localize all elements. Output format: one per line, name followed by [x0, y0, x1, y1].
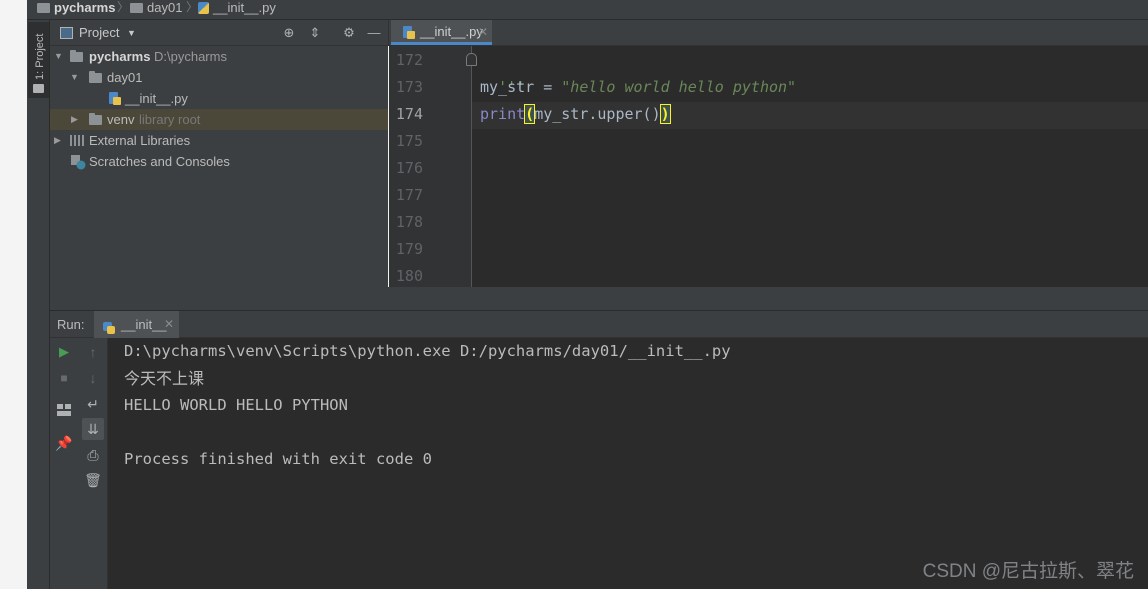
scratches-icon [70, 154, 86, 170]
scroll-to-end-icon[interactable]: ⇊ [82, 418, 104, 440]
console-line: Process finished with exit code 0 [124, 450, 432, 468]
breadcrumb-project-label: pycharms [54, 0, 116, 15]
tree-item-day01[interactable]: ▼ day01 [50, 67, 388, 88]
tree-item-label: pycharms [89, 49, 151, 64]
collapse-all-icon[interactable]: ⇕ [306, 24, 324, 42]
tree-item-label: __init__.py [125, 91, 188, 106]
close-icon[interactable]: ✕ [478, 21, 488, 43]
python-file-icon [402, 25, 416, 40]
chevron-down-icon[interactable]: ▼ [127, 25, 136, 41]
fold-divider [471, 46, 472, 287]
editor-tab-bar: __init__.py ✕ [388, 20, 1148, 46]
python-file-icon [108, 91, 122, 106]
builtin-keyword: print [480, 105, 526, 123]
console-line: HELLO WORLD HELLO PYTHON [124, 396, 348, 414]
locate-target-icon[interactable]: ⊕ [280, 24, 298, 42]
pin-icon[interactable]: 📌 [53, 432, 75, 454]
libraries-icon [70, 135, 84, 146]
stop-icon[interactable]: ■ [53, 367, 75, 389]
breadcrumb-file-label: __init__.py [213, 0, 276, 15]
tab-init-py[interactable]: __init__.py ✕ [391, 20, 492, 45]
folder-icon [130, 3, 143, 13]
breadcrumb-separator-icon: 〉 [117, 0, 130, 14]
folder-icon [89, 71, 102, 83]
trash-icon[interactable]: 🗑 [82, 469, 104, 491]
run-tab-init[interactable]: __init__ ✕ [94, 311, 179, 338]
run-toolbar-primary: ▶ ■ 📌 [50, 338, 78, 589]
expand-arrow-icon[interactable]: ▼ [70, 67, 80, 88]
rerun-icon[interactable]: ▶ [53, 341, 75, 363]
tree-item-pycharms[interactable]: ▼ pycharms D:\pycharms [50, 46, 388, 67]
tree-item-label: Scratches and Consoles [89, 154, 230, 169]
line-number: 179 [395, 240, 423, 258]
folder-icon [33, 84, 44, 93]
arrow-down-icon[interactable]: ↓ [82, 367, 104, 389]
soft-wrap-icon[interactable]: ↵ [82, 393, 104, 415]
watermark: CSDN @尼古拉斯、翠花 [922, 561, 1134, 582]
line-number: 176 [395, 159, 423, 177]
tree-item-label: External Libraries [89, 133, 191, 148]
project-view-dropdown[interactable]: Project [79, 25, 119, 40]
run-panel-header: Run: __init__ ✕ [50, 311, 1148, 338]
tree-item-external-libraries[interactable]: ▶ External Libraries [50, 130, 388, 151]
run-toolbar-secondary: ↑ ↓ ↵ ⇊ ⎙ 🗑 [78, 338, 108, 589]
tree-item-path: D:\pycharms [154, 49, 227, 64]
restore-layout-icon[interactable] [53, 399, 75, 421]
tree-item-venv[interactable]: ▶ venv library root [50, 109, 388, 130]
console-line: 今天不上课 [124, 369, 205, 388]
line-number: 174 [395, 105, 423, 123]
run-label: Run: [57, 317, 85, 332]
tree-item-label: day01 [107, 70, 143, 85]
python-run-icon [102, 317, 116, 334]
line-number: 177 [395, 186, 423, 204]
breadcrumb-folder[interactable]: day01 [130, 0, 182, 16]
minimize-icon[interactable]: — [365, 24, 383, 42]
folder-icon [89, 113, 102, 125]
print-icon[interactable]: ⎙ [82, 444, 104, 466]
line-number: 175 [395, 132, 423, 150]
project-tool-label: 1: Project [34, 33, 46, 80]
run-tab-label: __init__ [121, 317, 167, 332]
brace-match-open: ( [524, 104, 536, 124]
project-panel-header: Project ▼ ⊕ ⇕ ⚙ — [50, 20, 388, 46]
tree-item-label: venv [107, 112, 135, 127]
breadcrumb-separator-icon: 〉 [186, 0, 199, 14]
expand-arrow-icon[interactable]: ▶ [54, 130, 64, 151]
tab-label: __init__.py [420, 24, 483, 39]
panel-splitter[interactable] [50, 287, 1148, 311]
navigation-bar: pycharms 〉 day01 〉 __init__.py [27, 0, 1148, 20]
python-file-icon [198, 2, 209, 14]
brace-match-close: ) [659, 104, 671, 124]
breadcrumb-folder-label: day01 [147, 0, 183, 15]
console-line: D:\pycharms\venv\Scripts\python.exe D:/p… [124, 342, 731, 360]
code-line-173: my_str = "hello world hello python" [480, 74, 796, 101]
line-number: 180 [395, 267, 423, 285]
gear-icon[interactable]: ⚙ [340, 24, 358, 42]
tool-window-stripe [27, 20, 50, 589]
expand-arrow-icon[interactable]: ▶ [71, 109, 81, 130]
code-line-174: print(my_str.upper()) [480, 101, 671, 128]
project-view-icon [60, 27, 73, 39]
code-text: my_str.upper() [534, 105, 661, 123]
folder-icon [70, 50, 83, 62]
breadcrumb-file[interactable]: __init__.py [198, 0, 276, 16]
line-number: 173 [395, 78, 423, 96]
window-left-edge [0, 0, 27, 589]
close-icon[interactable]: ✕ [164, 311, 174, 338]
arrow-up-icon[interactable]: ↑ [82, 341, 104, 363]
project-tool-button[interactable]: 1: Project [28, 22, 49, 98]
expand-arrow-icon[interactable]: ▼ [54, 46, 64, 67]
line-number: 178 [395, 213, 423, 231]
line-number: 172 [395, 51, 423, 69]
tree-item-scratches[interactable]: Scratches and Consoles [50, 151, 388, 172]
code-text: my_str = [480, 78, 562, 96]
string-literal: "hello world hello python" [561, 78, 797, 96]
tree-item-init-py[interactable]: __init__.py [50, 88, 388, 109]
tree-item-hint: library root [139, 112, 201, 127]
fold-marker-icon[interactable] [466, 53, 477, 66]
